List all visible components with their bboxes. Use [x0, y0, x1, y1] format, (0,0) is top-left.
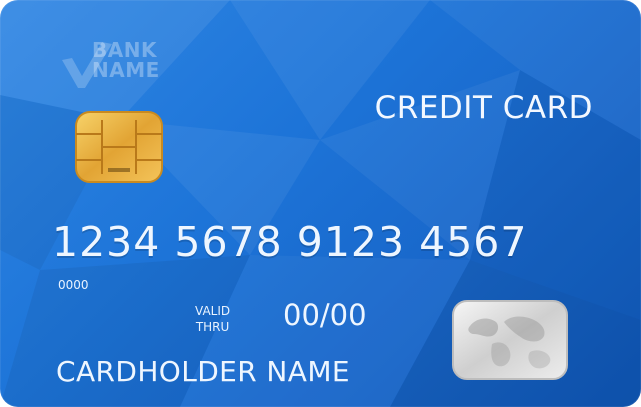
valid-thru-label: VALID THRU	[195, 303, 230, 335]
card-number: 1234 5678 9123 4567	[52, 218, 528, 266]
valid-thru-line1: VALID	[195, 304, 231, 318]
bank-name-line2: NAME	[92, 58, 160, 82]
bank-name: BANK NAME	[92, 40, 160, 80]
chip-icon	[75, 111, 163, 183]
valid-thru-line2: THRU	[195, 320, 230, 334]
card-small-number: 0000	[58, 278, 89, 292]
card-title: CREDIT CARD	[374, 90, 593, 126]
expiry-date: 00/00	[283, 298, 367, 332]
cardholder-name: CARDHOLDER NAME	[56, 355, 350, 388]
bank-name-line1: BANK	[92, 38, 157, 62]
credit-card: BANK NAME CREDIT CARD 1234 5678 9123 456…	[0, 0, 641, 407]
world-map-hologram-icon	[452, 300, 568, 380]
